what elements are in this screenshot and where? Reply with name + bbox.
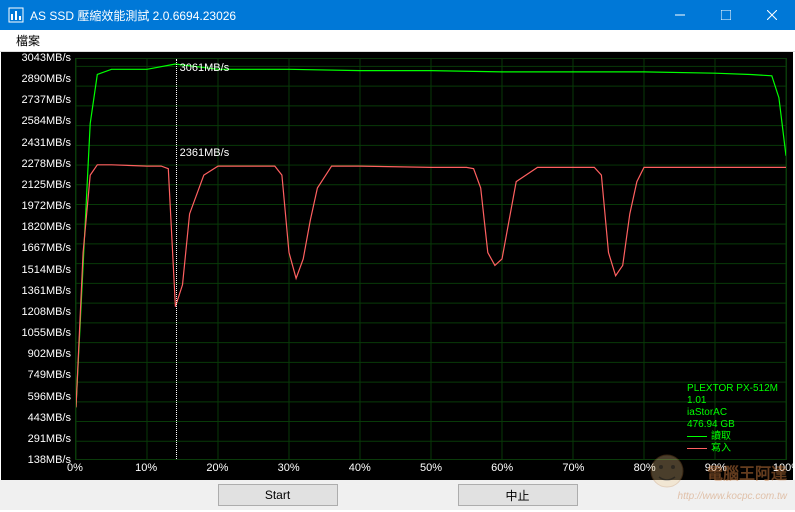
start-button[interactable]: Start — [218, 484, 338, 506]
y-tick-label: 1055MB/s — [21, 327, 71, 339]
y-tick-label: 443MB/s — [28, 412, 71, 424]
x-tick-label: 40% — [349, 462, 371, 474]
y-axis: 138MB/s291MB/s443MB/s596MB/s749MB/s902MB… — [1, 52, 75, 460]
plot-area: 3061MB/s 2361MB/s PLEXTOR PX-512M 1.01 i… — [75, 58, 787, 460]
y-tick-label: 902MB/s — [28, 348, 71, 360]
write-marker-label: 2361MB/s — [180, 147, 230, 159]
chart-area: 138MB/s 291MB/s 443MB/s 596MB/s 749MB/s 902MB… — [1, 52, 793, 480]
y-tick-label: 596MB/s — [28, 391, 71, 403]
minimize-button[interactable] — [657, 0, 703, 30]
device-name: PLEXTOR PX-512M — [687, 383, 778, 395]
y-tick-label: 1361MB/s — [21, 285, 71, 297]
y-tick-label: 2125MB/s — [21, 179, 71, 191]
maximize-button[interactable] — [703, 0, 749, 30]
titlebar: AS SSD 壓縮效能測試 2.0.6694.23026 — [0, 0, 795, 30]
chart-svg — [76, 59, 786, 459]
y-tick-label: 2431MB/s — [21, 137, 71, 149]
close-button[interactable] — [749, 0, 795, 30]
device-version: 1.01 — [687, 395, 778, 407]
x-axis: 0%10%20%30%40%50%60%70%80%90%100% — [75, 460, 793, 480]
y-tick-label: 749MB/s — [28, 369, 71, 381]
y-tick-label: 2737MB/s — [21, 94, 71, 106]
x-tick-label: 0% — [67, 462, 83, 474]
legend-write: 寫入 — [687, 443, 778, 455]
x-tick-label: 20% — [206, 462, 228, 474]
y-tick-label: 138MB/s — [28, 454, 71, 466]
x-tick-label: 80% — [634, 462, 656, 474]
y-tick-label: 1820MB/s — [21, 221, 71, 233]
y-tick-label: 1208MB/s — [21, 306, 71, 318]
device-capacity: 476.94 GB — [687, 419, 778, 431]
button-bar: Start 中止 — [0, 480, 795, 510]
x-tick-label: 70% — [562, 462, 584, 474]
x-tick-label: 10% — [135, 462, 157, 474]
window-buttons — [657, 0, 795, 30]
y-tick-label: 291MB/s — [28, 433, 71, 445]
y-tick-label: 2584MB/s — [21, 115, 71, 127]
y-tick-label: 1514MB/s — [21, 264, 71, 276]
menubar: 檔案 — [0, 30, 795, 52]
stop-button[interactable]: 中止 — [458, 484, 578, 506]
menu-file[interactable]: 檔案 — [8, 30, 48, 51]
read-marker-label: 3061MB/s — [180, 62, 230, 74]
window-title: AS SSD 壓縮效能測試 2.0.6694.23026 — [30, 7, 657, 24]
x-tick-label: 30% — [278, 462, 300, 474]
x-tick-label: 100% — [773, 462, 795, 474]
x-tick-label: 90% — [705, 462, 727, 474]
y-tick-label: 2278MB/s — [21, 158, 71, 170]
cursor-line — [176, 59, 177, 459]
app-icon — [8, 7, 24, 23]
device-info: PLEXTOR PX-512M 1.01 iaStorAC 476.94 GB … — [687, 383, 778, 455]
y-tick-label: 2890MB/s — [21, 73, 71, 85]
y-tick-label: 1972MB/s — [21, 200, 71, 212]
x-tick-label: 50% — [420, 462, 442, 474]
y-tick-label: 1667MB/s — [21, 242, 71, 254]
x-tick-label: 60% — [491, 462, 513, 474]
y-tick-label: 3043MB/s — [21, 52, 71, 64]
device-driver: iaStorAC — [687, 407, 778, 419]
legend-read: 讀取 — [687, 431, 778, 443]
